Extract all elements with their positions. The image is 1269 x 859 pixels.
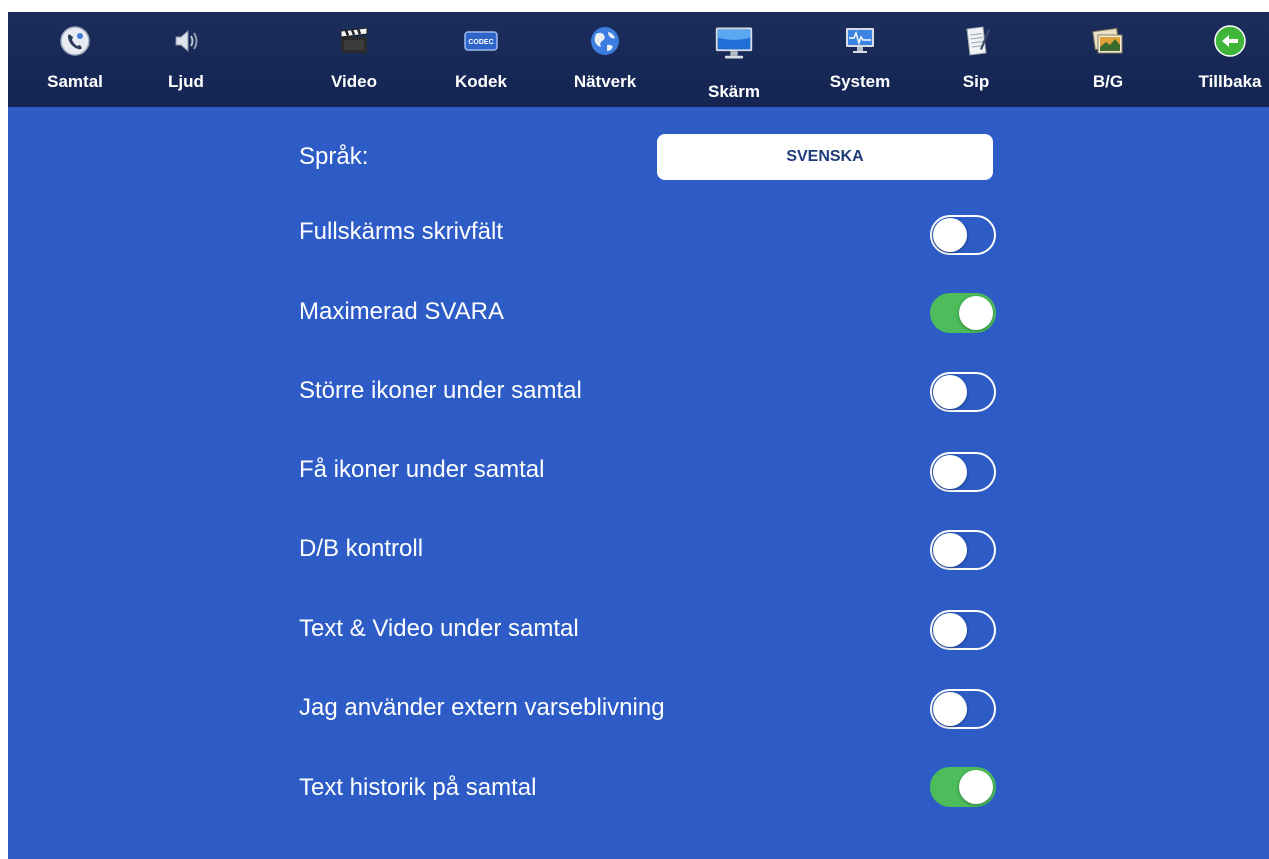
toggle-few-icons[interactable]: [930, 452, 996, 492]
setting-label-larger-icons: Större ikoner under samtal: [299, 377, 582, 404]
language-select-button[interactable]: SVENSKA: [657, 134, 993, 180]
toolbar-item-video[interactable]: Video: [304, 12, 404, 107]
speaker-icon: [166, 24, 206, 58]
toolbar-label: System: [829, 72, 891, 91]
toolbar-item-natverk[interactable]: Nätverk: [555, 12, 655, 107]
setting-label-few-icons: Få ikoner under samtal: [299, 456, 545, 483]
toggle-knob: [933, 692, 967, 726]
toolbar-label: Kodek: [455, 72, 507, 91]
toolbar-item-system[interactable]: System: [810, 12, 910, 107]
top-toolbar: Samtal Ljud Video CODEC Kodek Nätverk Sk…: [8, 12, 1269, 107]
toolbar-item-tillbaka[interactable]: Tillbaka: [1180, 12, 1269, 107]
toggle-knob: [933, 218, 967, 252]
setting-label-fullscreen-input: Fullskärms skrivfält: [299, 218, 504, 245]
toggle-knob: [933, 613, 967, 647]
toggle-knob: [933, 455, 967, 489]
toolbar-label: Sip: [962, 72, 990, 91]
language-label: Språk:: [299, 143, 369, 170]
toolbar-label: Samtal: [47, 72, 103, 91]
system-monitor-icon: [840, 24, 880, 58]
toolbar-label: Ljud: [168, 72, 204, 91]
toggle-text-history[interactable]: [930, 767, 996, 807]
toggle-larger-icons[interactable]: [930, 372, 996, 412]
setting-label-db-control: D/B kontroll: [299, 535, 424, 562]
toggle-external-alert[interactable]: [930, 689, 996, 729]
setting-label-text-history: Text historik på samtal: [299, 774, 537, 801]
clapperboard-icon: [334, 24, 374, 58]
phone-settings-icon: [55, 24, 95, 58]
cropped-header-fragment: [0, 0, 1269, 12]
toolbar-label: Video: [331, 72, 377, 91]
toggle-text-video[interactable]: [930, 610, 996, 650]
codec-icon: CODEC: [461, 24, 501, 58]
globe-icon: [585, 24, 625, 58]
toggle-knob: [933, 375, 967, 409]
toggle-db-control[interactable]: [930, 530, 996, 570]
setting-label-text-video: Text & Video under samtal: [299, 615, 579, 642]
svg-text:CODEC: CODEC: [468, 39, 493, 46]
setting-label-maximized-answer: Maximerad SVARA: [299, 298, 504, 325]
toggle-maximized-answer[interactable]: [930, 293, 996, 333]
back-arrow-icon: [1210, 24, 1250, 58]
toolbar-label: Tillbaka: [1198, 72, 1262, 91]
toggle-knob: [959, 296, 993, 330]
toolbar-item-skarm[interactable]: Skärm: [684, 12, 784, 107]
toolbar-label: B/G: [1092, 72, 1124, 91]
toolbar-item-ljud[interactable]: Ljud: [136, 12, 236, 107]
settings-screen: Samtal Ljud Video CODEC Kodek Nätverk Sk…: [8, 12, 1269, 859]
monitor-icon: [714, 26, 754, 60]
toolbar-item-bg[interactable]: B/G: [1058, 12, 1158, 107]
setting-label-external-alert: Jag använder extern varseblivning: [299, 694, 665, 721]
notepad-icon: [956, 24, 996, 58]
toggle-fullscreen-input[interactable]: [930, 215, 996, 255]
toggle-knob: [933, 533, 967, 567]
toolbar-item-kodek[interactable]: CODEC Kodek: [431, 12, 531, 107]
toolbar-item-samtal[interactable]: Samtal: [25, 12, 125, 107]
toolbar-label: Skärm: [708, 82, 760, 101]
toolbar-item-sip[interactable]: Sip: [926, 12, 1026, 107]
toggle-knob: [959, 770, 993, 804]
toolbar-label: Nätverk: [573, 72, 637, 91]
picture-icon: [1088, 24, 1128, 58]
